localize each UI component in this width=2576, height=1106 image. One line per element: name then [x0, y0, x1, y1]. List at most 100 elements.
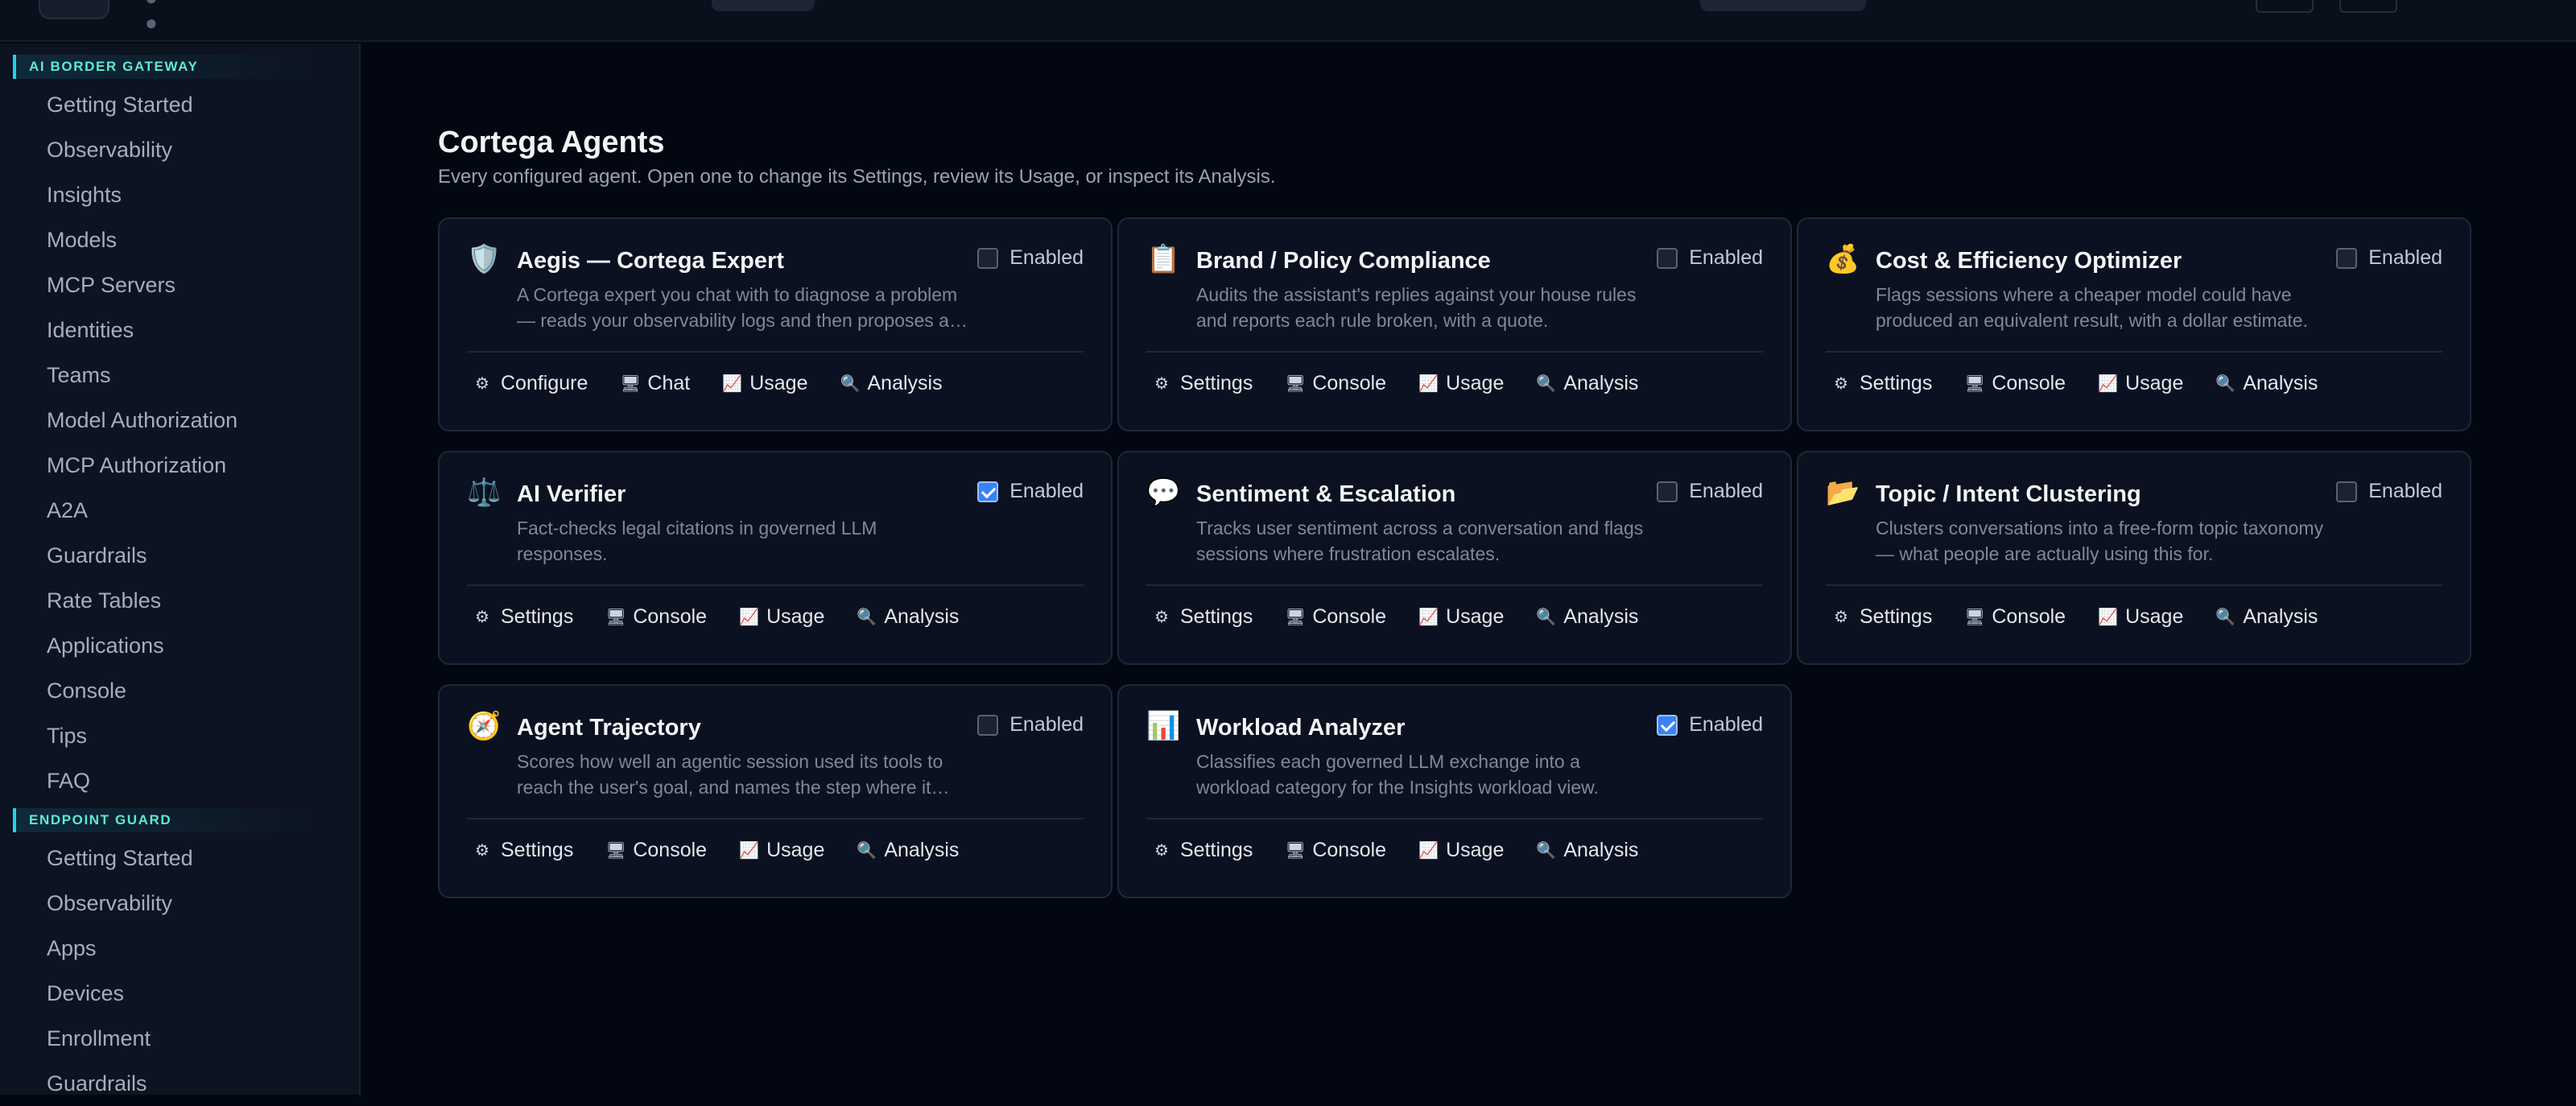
sidebar-item-applications[interactable]: Applications — [0, 623, 359, 668]
analysis-button[interactable]: 🔍 Analysis — [1536, 605, 1638, 629]
sidebar-item-observability[interactable]: Observability — [0, 881, 359, 926]
menu-icons[interactable]: ● ● — [145, 0, 184, 35]
agent-title[interactable]: Agent Trajectory — [517, 715, 701, 741]
analysis-button[interactable]: 🔍 Analysis — [2215, 372, 2318, 395]
sidebar-item-guardrails[interactable]: Guardrails — [0, 1061, 359, 1106]
enabled-toggle[interactable]: Enabled — [1657, 713, 1763, 737]
enabled-checkbox[interactable] — [2336, 247, 2358, 269]
enabled-label: Enabled — [1689, 713, 1763, 736]
agent-card[interactable]: 📊 Workload Analyzer Classifies each govern… — [1117, 684, 1792, 898]
settings-button[interactable]: ⚙ Settings — [1153, 372, 1253, 395]
top-search-pill[interactable] — [1700, 0, 1866, 11]
usage-label: Usage — [1446, 372, 1505, 394]
sidebar-item-apps[interactable]: Apps — [0, 926, 359, 971]
analysis-button[interactable]: 🔍 Analysis — [1536, 839, 1638, 862]
configure-button[interactable]: ⚙ Configure — [473, 372, 588, 395]
sidebar-item-rate-tables[interactable]: Rate Tables — [0, 578, 359, 623]
enabled-toggle[interactable]: Enabled — [977, 480, 1084, 503]
usage-button[interactable]: 📈 Usage — [2098, 605, 2183, 629]
analysis-button[interactable]: 🔍 Analysis — [857, 839, 959, 862]
agent-title[interactable]: Brand / Policy Compliance — [1196, 248, 1491, 274]
console-button[interactable]: 🖥 Console — [1285, 839, 1386, 862]
agent-title[interactable]: AI Verifier — [517, 481, 625, 508]
top-nav-pill[interactable] — [712, 0, 815, 11]
app-logo[interactable] — [39, 0, 109, 19]
agent-card[interactable]: ⚖️ AI Verifier Fact-checks legal citations… — [438, 451, 1113, 665]
usage-button[interactable]: 📈 Usage — [1418, 605, 1504, 629]
sidebar-item-guardrails[interactable]: Guardrails — [0, 533, 359, 578]
settings-button[interactable]: ⚙ Settings — [473, 839, 573, 862]
enabled-checkbox[interactable] — [1657, 247, 1678, 269]
settings-button[interactable]: ⚙ Settings — [1832, 372, 1932, 395]
enabled-toggle[interactable]: Enabled — [977, 246, 1084, 270]
agent-card[interactable]: 📂 Topic / Intent Clustering Clusters conve… — [1797, 451, 2471, 665]
sidebar-item-teams[interactable]: Teams — [0, 353, 359, 398]
sidebar-item-devices[interactable]: Devices — [0, 971, 359, 1016]
magnifier-icon: 🔍 — [857, 842, 877, 860]
settings-button[interactable]: ⚙ Settings — [473, 605, 573, 629]
enabled-toggle[interactable]: Enabled — [1657, 246, 1763, 270]
sidebar-item-insights[interactable]: Insights — [0, 172, 359, 217]
usage-button[interactable]: 📈 Usage — [1418, 372, 1504, 395]
enabled-checkbox[interactable] — [1657, 714, 1678, 736]
settings-button[interactable]: ⚙ Settings — [1832, 605, 1932, 629]
settings-button[interactable]: ⚙ Settings — [1153, 839, 1253, 862]
enabled-toggle[interactable]: Enabled — [2336, 480, 2442, 503]
sidebar-item-model-authorization[interactable]: Model Authorization — [0, 398, 359, 443]
enabled-toggle[interactable]: Enabled — [977, 713, 1084, 737]
agent-card[interactable]: 🧭 Agent Trajectory Scores how well an agen… — [438, 684, 1113, 898]
sidebar-item-console[interactable]: Console — [0, 668, 359, 713]
sidebar-item-a2a[interactable]: A2A — [0, 488, 359, 533]
analysis-button[interactable]: 🔍 Analysis — [840, 372, 942, 395]
enabled-checkbox[interactable] — [1657, 481, 1678, 502]
console-button[interactable]: 🖥 Console — [605, 839, 707, 862]
console-button[interactable]: 🖥 Console — [1285, 372, 1386, 395]
usage-button[interactable]: 📈 Usage — [739, 839, 824, 862]
agent-title[interactable]: Topic / Intent Clustering — [1876, 481, 2141, 508]
usage-button[interactable]: 📈 Usage — [1418, 839, 1504, 862]
enabled-checkbox[interactable] — [977, 247, 999, 269]
sidebar-item-getting-started[interactable]: Getting Started — [0, 836, 359, 881]
analysis-button[interactable]: 🔍 Analysis — [857, 605, 959, 629]
enabled-checkbox[interactable] — [977, 714, 999, 736]
sidebar-item-models[interactable]: Models — [0, 217, 359, 262]
folder-icon: 📂 — [1826, 477, 1860, 508]
top-action-button-2[interactable] — [2339, 0, 2397, 13]
usage-button[interactable]: 📈 Usage — [722, 372, 807, 395]
bar-chart-icon: 📊 — [1146, 711, 1181, 741]
agent-card[interactable]: 💬 Sentiment & Escalation Tracks user senti… — [1117, 451, 1792, 665]
sidebar-item-identities[interactable]: Identities — [0, 307, 359, 353]
console-button[interactable]: 🖥 Console — [1964, 605, 2066, 629]
enabled-checkbox[interactable] — [2336, 481, 2358, 502]
console-button[interactable]: 🖥 Console — [605, 605, 707, 629]
agent-card[interactable]: 🛡️ Aegis — Cortega Expert A Cortega expert… — [438, 217, 1113, 431]
sidebar-item-enrollment[interactable]: Enrollment — [0, 1016, 359, 1061]
analysis-button[interactable]: 🔍 Analysis — [2215, 605, 2318, 629]
analysis-button[interactable]: 🔍 Analysis — [1536, 372, 1638, 395]
enabled-checkbox[interactable] — [977, 481, 999, 502]
agent-title[interactable]: Aegis — Cortega Expert — [517, 248, 784, 274]
sidebar-item-faq[interactable]: FAQ — [0, 758, 359, 803]
console-button[interactable]: 🖥 Console — [1285, 605, 1386, 629]
agent-card[interactable]: 💰 Cost & Efficiency Optimizer Flags sessio… — [1797, 217, 2471, 431]
analysis-label: Analysis — [1563, 372, 1639, 394]
chart-icon: 📈 — [722, 375, 743, 393]
chat-button[interactable]: 🖥 Chat — [620, 372, 690, 395]
agent-card[interactable]: 📋 Brand / Policy Compliance Audits the ass… — [1117, 217, 1792, 431]
sidebar-item-getting-started[interactable]: Getting Started — [0, 82, 359, 127]
enabled-toggle[interactable]: Enabled — [2336, 246, 2442, 270]
settings-button[interactable]: ⚙ Settings — [1153, 605, 1253, 629]
console-button[interactable]: 🖥 Console — [1964, 372, 2066, 395]
sidebar-item-mcp-servers[interactable]: MCP Servers — [0, 262, 359, 307]
agent-title[interactable]: Cost & Efficiency Optimizer — [1876, 248, 2182, 274]
usage-button[interactable]: 📈 Usage — [739, 605, 824, 629]
analysis-label: Analysis — [2243, 605, 2318, 628]
agent-title[interactable]: Sentiment & Escalation — [1196, 481, 1455, 508]
top-action-button-1[interactable] — [2256, 0, 2314, 13]
usage-button[interactable]: 📈 Usage — [2098, 372, 2183, 395]
sidebar-item-tips[interactable]: Tips — [0, 713, 359, 758]
agent-title[interactable]: Workload Analyzer — [1196, 715, 1405, 741]
sidebar-item-mcp-authorization[interactable]: MCP Authorization — [0, 443, 359, 488]
enabled-toggle[interactable]: Enabled — [1657, 480, 1763, 503]
sidebar-item-observability[interactable]: Observability — [0, 127, 359, 172]
